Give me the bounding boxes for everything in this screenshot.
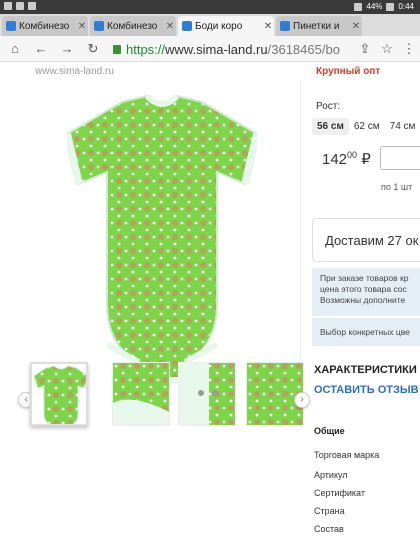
info-line: Возможны дополните [320,295,406,305]
close-icon[interactable]: ✕ [350,21,362,32]
currency-symbol: ₽ [361,151,371,168]
bodysuit-thumbnail [32,364,86,424]
delivery-info: Доставим 27 ок [312,218,420,262]
status-icons-right: 44% 0:44 [354,2,414,11]
price-cents: 00 [347,150,358,160]
fabric-thumbnail [113,363,169,425]
site-watermark: www.sima-land.ru [35,66,114,77]
battery-level: 44% [366,2,383,11]
close-icon[interactable]: ✕ [164,21,176,32]
price: 14200 ₽ [322,150,371,168]
snap-closure-thumbnail [179,363,235,425]
home-icon[interactable]: ⌂ [6,40,24,58]
thumbnail-2[interactable] [112,362,170,426]
tab-label: Пинетки и [293,20,340,32]
notification-icon [4,2,12,10]
browser-tab-active[interactable]: Боди коро ✕ [178,16,274,36]
browser-tab[interactable]: Комбинезо ✕ [2,16,88,36]
info-line: цена этого товара сос [320,284,407,294]
forward-icon[interactable]: → [58,40,76,58]
notification-icon [28,2,36,10]
size-option[interactable]: 74 см [385,118,420,135]
size-option[interactable]: 62 см [349,118,385,135]
page-content: www.sima-land.ru ‹ › Крупный опт Рост: 5… [0,62,420,560]
url-path: /3618465/bo [267,41,340,57]
close-icon[interactable]: ✕ [76,21,88,32]
tab-label: Комбинезо [107,20,158,32]
price-value: 142 [322,151,348,168]
characteristics-heading: ХАРАКТЕРИСТИКИ [314,364,417,376]
url-domain: www.sima-land.ru [165,41,268,57]
favicon-icon [280,21,290,31]
spec-label: Страна [314,506,345,516]
product-main-image[interactable] [27,80,301,398]
notification-icon [16,2,24,10]
tab-label: Комбинезо [19,20,70,32]
address-bar: ⌂ ← → ↻ https:// www.sima-land.ru /36184… [0,36,420,62]
status-bar: 44% 0:44 [0,0,420,14]
lock-icon [113,44,121,54]
spec-label: Артикул [314,470,348,480]
spec-label: Торговая марка [314,450,380,460]
info-line: При заказе товаров кр [320,273,409,283]
size-options: 56 см 62 см 74 см 8 [312,118,420,135]
specs-section-title: Общие [314,426,345,436]
star-icon[interactable]: ☆ [378,40,396,58]
size-label: Рост: [316,101,341,112]
tab-label: Боди коро [195,20,243,32]
close-icon[interactable]: ✕ [262,21,274,32]
leave-review-link[interactable]: ОСТАВИТЬ ОТЗЫВ [314,384,419,396]
reload-icon[interactable]: ↻ [84,40,102,58]
battery-icon [386,2,395,11]
favicon-icon [182,21,192,31]
quantity-input[interactable] [380,146,420,170]
thumbnail-3[interactable] [178,362,236,426]
product-info-column: Крупный опт Рост: 56 см 62 см 74 см 8 14… [308,62,420,560]
favicon-icon [6,21,16,31]
back-icon[interactable]: ← [32,40,50,58]
share-icon[interactable]: ⇪ [356,40,374,58]
color-choice-note: Выбор конкретных цве [312,318,420,346]
tab-bar: Комбинезо ✕ Комбинезо ✕ Боди коро ✕ Пине… [0,14,420,36]
clock: 0:44 [398,2,414,11]
browser-tab[interactable]: Пинетки и ✕ [276,16,362,36]
spec-label: Сертификат [314,488,365,498]
size-option[interactable]: 56 см [312,118,349,135]
url-scheme: https:// [126,41,166,57]
bodysuit-image [67,94,257,383]
status-icons-left [4,2,36,10]
wholesale-badge: Крупный опт [316,66,381,77]
menu-icon[interactable]: ⋮ [400,40,418,58]
wifi-icon [354,2,363,11]
browser-tab[interactable]: Комбинезо ✕ [90,16,176,36]
unit-note: по 1 шт [381,182,413,192]
wholesale-info-box: При заказе товаров кр цена этого товара … [312,268,420,316]
thumbnail-1[interactable] [30,362,88,426]
favicon-icon [94,21,104,31]
spec-label: Состав [314,524,344,534]
url-field[interactable]: https:// www.sima-land.ru /3618465/bo [113,41,340,57]
